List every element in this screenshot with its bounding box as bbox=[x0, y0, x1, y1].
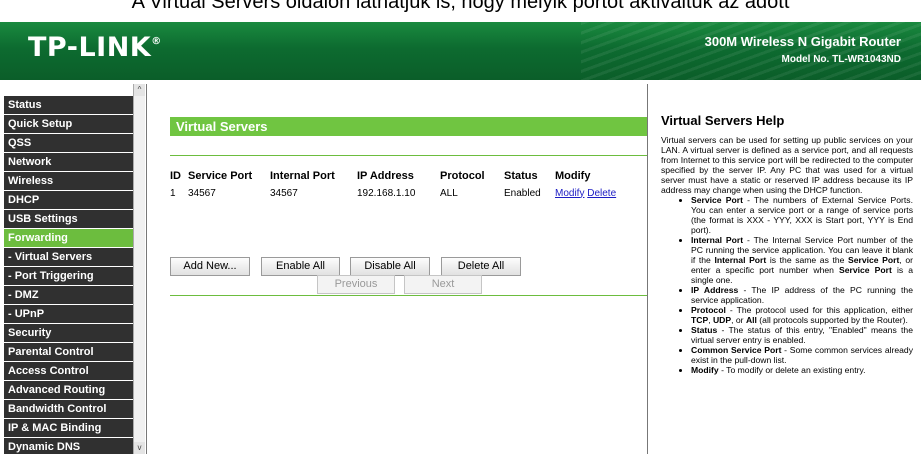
menu-item-quick-setup[interactable]: Quick Setup bbox=[4, 115, 133, 134]
col-header-modify: Modify bbox=[555, 170, 591, 182]
cell-service-port: 34567 bbox=[188, 187, 216, 199]
help-intro: Virtual servers can be used for setting … bbox=[661, 135, 913, 195]
menu-item-advanced-routing[interactable]: Advanced Routing bbox=[4, 381, 133, 400]
help-item-ip-address: IP Address - The IP address of the PC ru… bbox=[691, 285, 913, 305]
next-button[interactable]: Next bbox=[404, 275, 482, 294]
menu-item-forwarding[interactable]: Forwarding bbox=[4, 229, 133, 248]
menu-item-usb-settings[interactable]: USB Settings bbox=[4, 210, 133, 229]
help-item-common-service-port: Common Service Port - Some common servic… bbox=[691, 345, 913, 365]
col-header-internal-port: Internal Port bbox=[270, 170, 335, 182]
help-item-status: Status - The status of this entry, "Enab… bbox=[691, 325, 913, 345]
menu-item-wireless[interactable]: Wireless bbox=[4, 172, 133, 191]
sidebar-scrollbar[interactable]: ^ v bbox=[133, 84, 145, 454]
page-title: Virtual Servers bbox=[170, 117, 648, 136]
menu-item-access-control[interactable]: Access Control bbox=[4, 362, 133, 381]
router-header: TP-LINK® 300M Wireless N Gigabit Router … bbox=[0, 22, 921, 80]
col-header-id: ID bbox=[170, 170, 181, 182]
sidebar-menu: Status Quick Setup QSS Network Wireless … bbox=[4, 84, 134, 454]
modify-link[interactable]: Modify bbox=[555, 188, 584, 199]
help-title: Virtual Servers Help bbox=[661, 113, 785, 128]
menu-item-bandwidth-control[interactable]: Bandwidth Control bbox=[4, 400, 133, 419]
col-header-status: Status bbox=[504, 170, 538, 182]
menu-item-security[interactable]: Security bbox=[4, 324, 133, 343]
main-content: Virtual Servers ID Service Port Internal… bbox=[147, 84, 648, 454]
menu-item-dhcp[interactable]: DHCP bbox=[4, 191, 133, 210]
virtual-servers-table: ID Service Port Internal Port IP Address… bbox=[170, 167, 625, 201]
cell-id: 1 bbox=[170, 187, 176, 199]
scroll-up-icon[interactable]: ^ bbox=[134, 84, 145, 96]
model-number: Model No. TL-WR1043ND bbox=[781, 54, 901, 65]
tp-link-logo: TP-LINK® bbox=[28, 32, 162, 63]
menu-item-network[interactable]: Network bbox=[4, 153, 133, 172]
help-item-protocol: Protocol - The protocol used for this ap… bbox=[691, 305, 913, 325]
menu-item-ip-mac-binding[interactable]: IP & MAC Binding bbox=[4, 419, 133, 438]
help-item-service-port: Service Port - The numbers of External S… bbox=[691, 195, 913, 235]
page-caption: A Virtual Servers oldalon láthatjuk is, … bbox=[0, 0, 921, 18]
menu-item-qss[interactable]: QSS bbox=[4, 134, 133, 153]
menu-item-dynamic-dns[interactable]: Dynamic DNS bbox=[4, 438, 133, 454]
delete-link[interactable]: Delete bbox=[587, 188, 616, 199]
enable-all-button[interactable]: Enable All bbox=[261, 257, 340, 276]
cell-status: Enabled bbox=[504, 187, 541, 199]
submenu-item-virtual-servers[interactable]: - Virtual Servers bbox=[4, 248, 133, 267]
col-header-protocol: Protocol bbox=[440, 170, 485, 182]
col-header-ip-address: IP Address bbox=[357, 170, 414, 182]
menu-item-status[interactable]: Status bbox=[4, 96, 133, 115]
menu-item-parental-control[interactable]: Parental Control bbox=[4, 343, 133, 362]
cell-modify-actions: Modify Delete bbox=[555, 185, 625, 201]
help-item-modify: Modify - To modify or delete an existing… bbox=[691, 365, 913, 375]
cell-internal-port: 34567 bbox=[270, 187, 298, 199]
table-header-row: ID Service Port Internal Port IP Address… bbox=[170, 167, 625, 185]
scroll-down-icon[interactable]: v bbox=[134, 442, 145, 454]
help-item-internal-port: Internal Port - The Internal Service Por… bbox=[691, 235, 913, 285]
submenu-item-port-triggering[interactable]: - Port Triggering bbox=[4, 267, 133, 286]
table-row: 1 34567 34567 192.168.1.10 ALL Enabled M… bbox=[170, 185, 625, 201]
delete-all-button[interactable]: Delete All bbox=[441, 257, 521, 276]
col-header-service-port: Service Port bbox=[188, 170, 253, 182]
disable-all-button[interactable]: Disable All bbox=[350, 257, 430, 276]
help-list: Service Port - The numbers of External S… bbox=[661, 195, 913, 375]
product-name: 300M Wireless N Gigabit Router bbox=[704, 34, 901, 49]
top-divider bbox=[170, 155, 648, 156]
help-panel: Virtual Servers Help Virtual servers can… bbox=[648, 84, 921, 454]
bottom-divider bbox=[170, 295, 648, 296]
submenu-item-dmz[interactable]: - DMZ bbox=[4, 286, 133, 305]
cell-protocol: ALL bbox=[440, 187, 458, 199]
submenu-item-upnp[interactable]: - UPnP bbox=[4, 305, 133, 324]
previous-button[interactable]: Previous bbox=[317, 275, 395, 294]
add-new-button[interactable]: Add New... bbox=[170, 257, 250, 276]
cell-ip-address: 192.168.1.10 bbox=[357, 187, 416, 199]
